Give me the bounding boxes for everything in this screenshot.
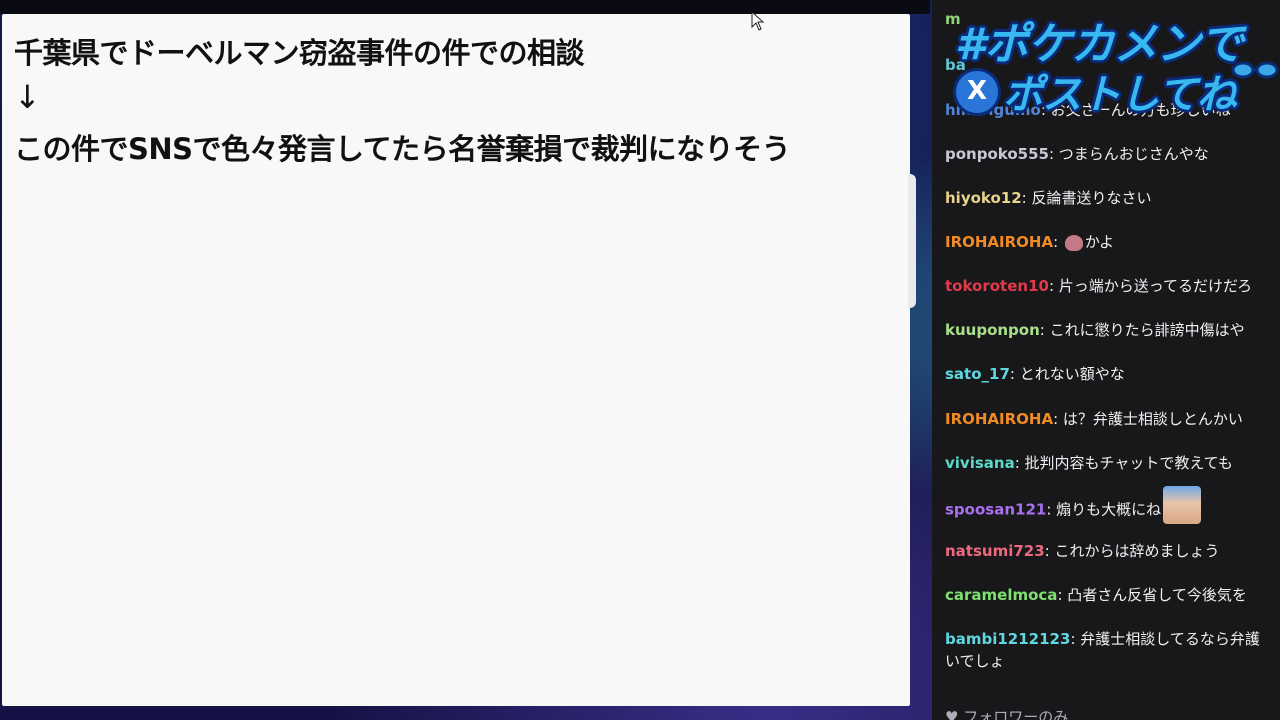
chat-message: caramelmoca: 凸者さん反省して今後気を — [945, 584, 1280, 606]
chat-message-text: は？弁護士相談しとんかい — [1062, 410, 1243, 428]
chat-username[interactable]: ponpoko555 — [945, 145, 1049, 163]
chat-message-text: 弁護士相談してるなら弁護 — [1080, 630, 1260, 648]
chat-message: IROHAIROHA: は？弁護士相談しとんかい — [945, 408, 1280, 430]
chat-separator: : — [1039, 321, 1050, 339]
chat-username[interactable]: bambi1212123 — [945, 630, 1070, 648]
face-emote-icon — [1163, 486, 1202, 524]
chat-message-text: 反論書送りなさい — [1031, 189, 1152, 207]
chat-separator: : — [1048, 277, 1059, 295]
chat-message: spoosan121: 煽りも大概にね — [945, 486, 1280, 524]
chat-message: bambi1212123: 弁護士相談してるなら弁護いでしょ — [945, 628, 1280, 672]
top-bar — [0, 0, 930, 14]
chat-separator: : — [1014, 454, 1025, 472]
chat-username[interactable]: IROHAIROHA — [945, 233, 1053, 251]
chat-username[interactable]: tokoroten10 — [945, 277, 1049, 295]
chat-message: kuuponpon: これに懲りたら誹謗中傷はや — [945, 319, 1280, 341]
hashtag-overlay: #ポケカメンで X ポストしてね — [945, 6, 1280, 118]
chat-separator: : — [1046, 500, 1057, 519]
chat-message: IROHAIROHA: かよ — [945, 231, 1280, 253]
followers-only-label: ♥ フォロワーのみ — [945, 706, 1068, 720]
chat-separator: : — [1021, 189, 1032, 207]
chat-message-text-cont: いでしょ — [945, 652, 1005, 670]
chat-message: ponpoko555: つまらんおじさんやな — [945, 143, 1280, 165]
topic-line-3: この件でSNSで色々発言してたら名誉棄損で裁判になりそう — [14, 132, 791, 166]
chat-message-text: 批判内容もチャットで教えても — [1024, 454, 1233, 472]
chat-separator: : — [1053, 410, 1063, 428]
chat-message-text: とれない額やな — [1019, 365, 1125, 383]
chat-username[interactable]: IROHAIROHA — [945, 410, 1053, 428]
chat-separator: : — [1044, 542, 1055, 560]
chat-message: tokoroten10: 片っ端から送ってるだけだろ — [945, 275, 1280, 297]
chat-message-text: かよ — [1084, 233, 1115, 251]
chat-message-text: 凸者さん反省して今後気を — [1067, 586, 1247, 604]
chat-message-text: 煽りも大概にね — [1056, 500, 1162, 519]
chat-message-text: つまらんおじさんやな — [1058, 145, 1209, 163]
chat-message: sato_17: とれない額やな — [945, 363, 1280, 385]
chat-username[interactable]: hiyoko12 — [945, 189, 1022, 207]
chat-message-text: これからは辞めましょう — [1054, 542, 1220, 560]
chat-message: hiyoko12: 反論書送りなさい — [945, 187, 1280, 209]
topic-panel: 千葉県でドーベルマン窃盗事件の件での相談 ↓ この件でSNSで色々発言してたら名… — [2, 14, 916, 706]
chat-message: natsumi723: これからは辞めましょう — [945, 540, 1280, 562]
heart-icon: ♥ — [945, 708, 959, 720]
chat-message-text: 片っ端から送ってるだけだろ — [1058, 277, 1253, 295]
mouse-cursor-icon — [751, 11, 765, 31]
chat-separator: : — [1048, 145, 1059, 163]
chat-message: vivisana: 批判内容もチャットで教えても — [945, 452, 1280, 474]
glasses-icon — [1231, 61, 1279, 79]
topic-line-1: 千葉県でドーベルマン窃盗事件の件での相談 — [14, 36, 585, 70]
chat-username[interactable]: vivisana — [945, 454, 1015, 472]
chat-separator: : — [1057, 586, 1068, 604]
x-logo-icon: X — [953, 68, 1001, 116]
chat-username[interactable]: kuuponpon — [945, 321, 1040, 339]
arrow-down-line: ↓ — [14, 78, 41, 116]
chat-username[interactable]: caramelmoca — [945, 586, 1057, 604]
chat-separator: : — [1070, 630, 1081, 648]
chat-username[interactable]: sato_17 — [945, 365, 1010, 383]
followers-only-text: フォロワーのみ — [963, 708, 1069, 720]
poop-emote-icon — [1064, 234, 1083, 251]
chat-separator: : — [1009, 365, 1020, 383]
post-prompt-text: ポストしてね — [1003, 72, 1237, 118]
chat-message-text: これに懲りたら誹謗中傷はや — [1049, 321, 1245, 339]
panel-edge — [908, 174, 916, 308]
chat-separator: : — [1053, 233, 1063, 251]
chat-username[interactable]: spoosan121 — [945, 501, 1046, 519]
chat-username[interactable]: natsumi723 — [945, 542, 1045, 560]
